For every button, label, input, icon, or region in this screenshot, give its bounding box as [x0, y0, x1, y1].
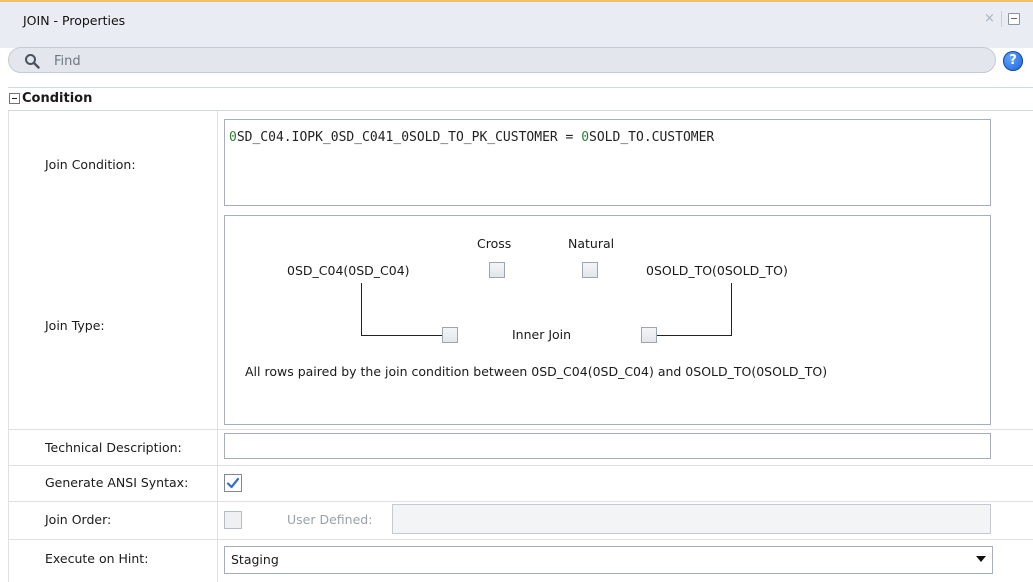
search-input[interactable] — [52, 50, 956, 72]
section-header — [8, 87, 1033, 111]
title-separator — [1001, 11, 1002, 27]
join-type-label: Join Type: — [45, 318, 105, 333]
left-connector-horizontal — [361, 335, 442, 336]
grid-column-divider — [217, 111, 218, 582]
technical-description-label: Technical Description: — [45, 440, 182, 455]
chevron-down-icon[interactable] — [976, 556, 986, 562]
help-icon[interactable]: ? — [1003, 51, 1023, 71]
join-condition-label: Join Condition: — [45, 157, 136, 172]
right-connector-horizontal — [657, 335, 732, 336]
grid-row-divider — [8, 501, 1033, 502]
join-condition-right-prefix: 0 — [581, 130, 590, 145]
join-condition-left-rest: SD_C04.IOPK_0SD_C041_0SOLD_TO_PK_CUSTOME… — [236, 130, 582, 145]
right-connector-vertical — [731, 283, 732, 336]
collapse-icon[interactable] — [9, 93, 20, 104]
cross-join-checkbox[interactable] — [489, 262, 505, 278]
grid-row-divider — [8, 429, 1033, 430]
join-condition-text: 0SD_C04.IOPK_0SD_C041_0SOLD_TO_PK_CUSTOM… — [229, 130, 714, 145]
left-outer-join-checkbox[interactable] — [442, 327, 458, 343]
search-icon — [25, 54, 40, 69]
title-bar — [0, 0, 1033, 48]
cross-label: Cross — [477, 236, 512, 251]
user-defined-label: User Defined: — [287, 512, 373, 527]
natural-label: Natural — [568, 236, 615, 251]
join-condition-left-prefix: 0 — [229, 130, 237, 145]
execute-on-hint-select[interactable] — [224, 546, 993, 574]
join-order-checkbox[interactable] — [224, 511, 242, 529]
window-title: JOIN - Properties — [23, 13, 126, 28]
grid-left-border — [8, 111, 9, 582]
inner-join-label: Inner Join — [512, 327, 572, 342]
section-title: Condition — [22, 91, 93, 106]
natural-join-checkbox[interactable] — [582, 262, 598, 278]
join-condition-right-rest: SOLD_TO.CUSTOMER — [589, 130, 715, 145]
join-type-description: All rows paired by the join condition be… — [245, 364, 828, 379]
minimize-icon[interactable] — [1008, 13, 1020, 25]
execute-on-hint-label: Execute on Hint: — [45, 551, 149, 566]
user-defined-input[interactable] — [392, 504, 991, 534]
close-icon[interactable]: × — [984, 11, 995, 26]
join-order-label: Join Order: — [45, 512, 112, 527]
left-table-name: 0SD_C04(0SD_C04) — [287, 263, 410, 278]
left-connector-vertical — [361, 283, 362, 336]
grid-row-divider — [8, 539, 1033, 540]
grid-row-divider — [8, 465, 1033, 466]
checkmark-icon — [226, 477, 240, 489]
generate-ansi-label: Generate ANSI Syntax: — [45, 475, 189, 490]
right-table-name: 0SOLD_TO(0SOLD_TO) — [646, 263, 788, 278]
technical-description-input[interactable] — [224, 433, 991, 459]
right-outer-join-checkbox[interactable] — [641, 327, 657, 343]
execute-on-hint-value: Staging — [231, 552, 279, 567]
